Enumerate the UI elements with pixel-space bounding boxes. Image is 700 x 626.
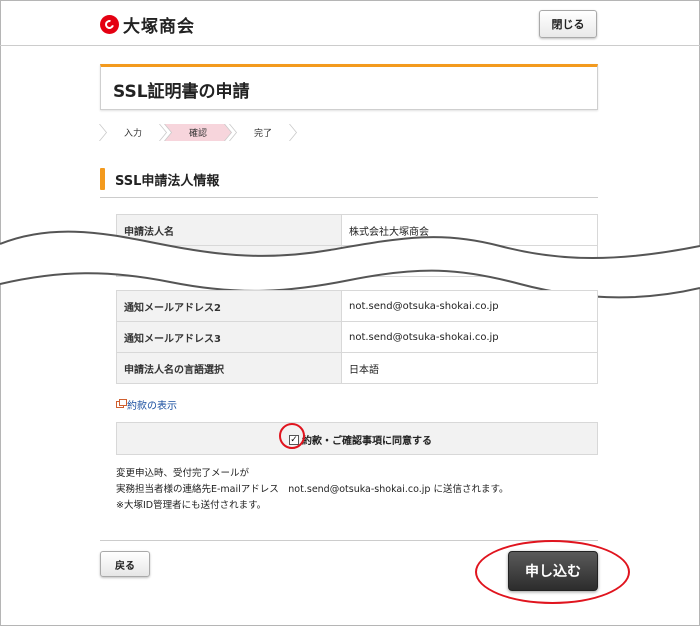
page-title: SSL証明書の申請 bbox=[113, 82, 250, 102]
row-label: 申請法人名の言語選択 bbox=[116, 352, 342, 384]
section-divider bbox=[100, 197, 598, 198]
row-label: 通知メールアドレス3 bbox=[116, 321, 342, 353]
otsuka-logo-icon bbox=[100, 14, 119, 34]
section-accent-bar bbox=[100, 168, 105, 190]
annotation-circle-checkbox bbox=[279, 423, 305, 449]
row-value: not.send@otsuka-shokai.co.jp bbox=[341, 321, 598, 353]
terms-link-label: 約款の表示 bbox=[127, 401, 177, 412]
row-value: 日本語 bbox=[341, 352, 598, 384]
annotation-ellipse-submit bbox=[475, 540, 630, 604]
section-title: SSL申請法人情報 bbox=[115, 174, 220, 189]
note-line: 実務担当者様の連絡先E-mailアドレス not.send@otsuka-sho… bbox=[116, 484, 509, 495]
info-table-bottom: 通知メールアドレス2 not.send@otsuka-shokai.co.jp … bbox=[116, 290, 598, 384]
table-row: 通知メールアドレス3 not.send@otsuka-shokai.co.jp bbox=[116, 321, 598, 353]
page-title-box: SSL証明書の申請 bbox=[100, 64, 598, 110]
row-value: not.send@otsuka-shokai.co.jp bbox=[341, 290, 598, 322]
agree-checkbox-row[interactable]: ✓ 約款・ご確認事項に同意する bbox=[289, 432, 432, 447]
note-line: 変更申込時、受付完了メールが bbox=[116, 468, 250, 479]
notes: 変更申込時、受付完了メールが 実務担当者様の連絡先E-mailアドレス not.… bbox=[116, 466, 509, 514]
table-row: 申請法人名の言語選択 日本語 bbox=[116, 352, 598, 384]
step-input: 入力 bbox=[100, 124, 166, 141]
external-window-icon bbox=[116, 399, 127, 408]
step-confirm: 確認 bbox=[165, 124, 231, 141]
row-label: 通知メールアドレス2 bbox=[116, 290, 342, 322]
close-button[interactable]: 閉じる bbox=[539, 10, 597, 38]
agree-box: ✓ 約款・ご確認事項に同意する bbox=[116, 422, 598, 455]
logo: 大塚商会 bbox=[100, 13, 195, 37]
note-line: ※大塚ID管理者にも送付されます。 bbox=[116, 500, 267, 511]
agree-label[interactable]: 約款・ご確認事項に同意する bbox=[302, 432, 432, 447]
terms-link[interactable]: 約款の表示 bbox=[116, 397, 177, 412]
footer-divider bbox=[100, 540, 598, 541]
step-complete: 完了 bbox=[230, 124, 296, 141]
logo-text: 大塚商会 bbox=[123, 16, 195, 37]
back-button[interactable]: 戻る bbox=[100, 551, 150, 577]
table-row: 通知メールアドレス2 not.send@otsuka-shokai.co.jp bbox=[116, 290, 598, 322]
header: 大塚商会 閉じる bbox=[0, 0, 700, 46]
